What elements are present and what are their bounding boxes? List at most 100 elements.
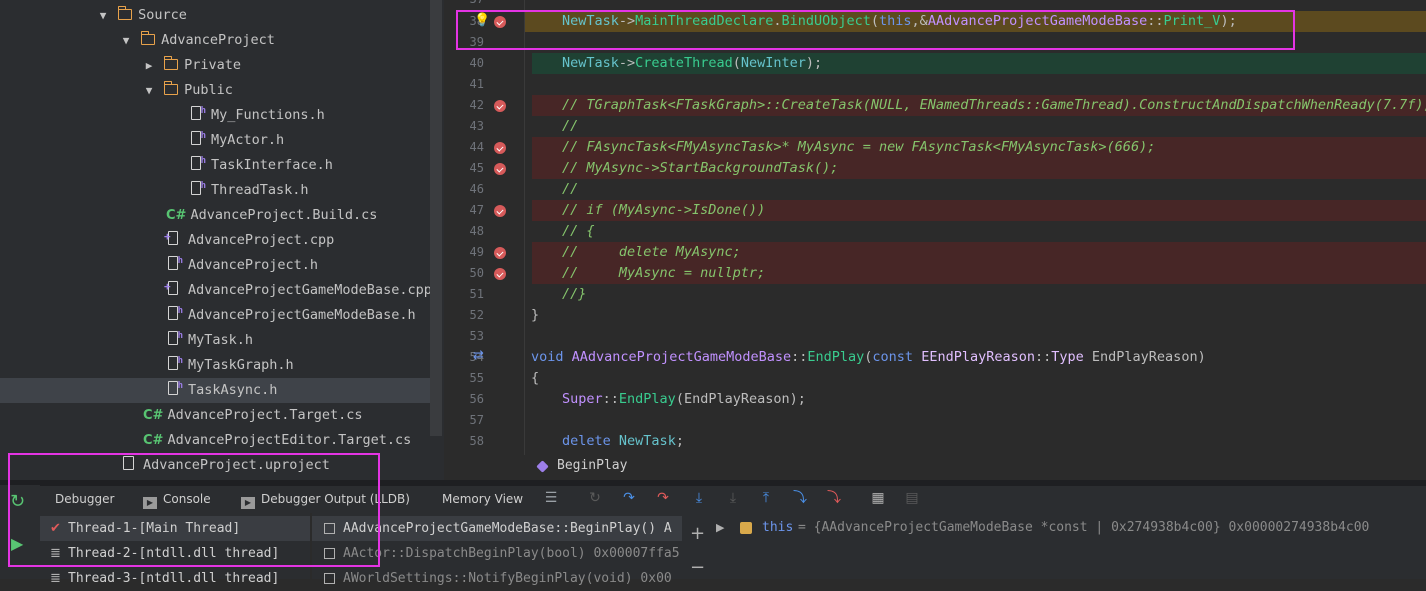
line-number: 40 — [469, 56, 484, 70]
calculator-icon[interactable]: ▦ — [869, 490, 887, 506]
folder-icon — [163, 56, 179, 70]
code-text: // MyAsync->StartBackgroundTask(); — [562, 160, 839, 176]
expand-arrow-icon[interactable]: ▼ — [142, 78, 156, 103]
code-text: delete NewTask; — [562, 433, 684, 449]
line-number: 52 — [469, 308, 484, 322]
line-number: 53 — [469, 329, 484, 343]
breakpoint-icon[interactable] — [494, 247, 506, 259]
code-text: } — [531, 307, 540, 323]
cpp-file-icon — [164, 224, 182, 249]
tree-item-file[interactable]: TaskInterface.h — [189, 149, 333, 178]
breakpoint-icon[interactable] — [494, 100, 506, 112]
line-number: 49 — [469, 245, 484, 259]
line-number: 51 — [469, 287, 484, 301]
remove-watch-icon[interactable]: − — [690, 557, 705, 578]
tree-item-file-selected[interactable]: TaskAsync.h — [0, 374, 430, 403]
project-tree: ▼ Source ▼ AdvanceProject ▶ Private ▼ Pu… — [0, 0, 444, 480]
tab-memory-view[interactable]: Memory View — [442, 486, 523, 513]
variable-value: = {AAdvanceProjectGameModeBase *const | … — [798, 520, 1370, 535]
force-run-to-cursor-icon[interactable]: ⤵ — [825, 490, 843, 506]
breakpoint-icon[interactable] — [494, 205, 506, 217]
tree-item-private[interactable]: ▶ Private — [142, 53, 241, 78]
header-file-icon — [166, 249, 183, 274]
step-out-icon[interactable]: ⤒ — [757, 490, 775, 506]
tree-item-file[interactable]: ThreadTask.h — [189, 174, 309, 203]
step-over-icon[interactable]: ↷ — [620, 490, 638, 506]
code-editor[interactable]: 37 38 💡 NewTask->MainThreadDeclare.BindU… — [444, 0, 1426, 455]
line-number: 47 — [469, 203, 484, 217]
header-file-icon — [189, 99, 206, 124]
code-text: NewTask->CreateThread(NewInter); — [562, 55, 823, 71]
variable-name[interactable]: this — [762, 520, 793, 535]
line-number: 46 — [469, 182, 484, 196]
tree-item-file[interactable]: C# AdvanceProject.Target.cs — [143, 403, 363, 428]
tree-item-file[interactable]: My_Functions.h — [189, 99, 325, 128]
breakpoint-icon[interactable] — [494, 163, 506, 175]
code-text: Super::EndPlay(EndPlayReason); — [562, 391, 806, 407]
code-text: //} — [562, 286, 587, 302]
highlight-box — [456, 10, 1295, 50]
header-file-icon — [166, 299, 183, 324]
menu-icon[interactable]: ☰ — [542, 490, 560, 506]
variable-icon — [740, 522, 752, 534]
breadcrumb-item[interactable]: BeginPlay — [557, 458, 627, 473]
code-text: // MyAsync = nullptr; — [562, 265, 766, 281]
folder-icon — [163, 81, 179, 95]
line-number: 48 — [469, 224, 484, 238]
header-file-icon — [166, 324, 183, 349]
header-file-icon — [189, 124, 206, 149]
step-into-disabled-icon[interactable]: ⤓ — [724, 490, 742, 506]
add-watch-icon[interactable]: + — [690, 523, 705, 544]
code-text: // — [562, 181, 579, 197]
method-icon — [536, 460, 549, 473]
step-over-force-icon[interactable]: ↷ — [654, 490, 672, 506]
step-into-icon[interactable]: ⤓ — [690, 490, 708, 506]
breakpoint-icon[interactable] — [494, 268, 506, 280]
header-file-icon — [189, 149, 206, 174]
expand-arrow-icon[interactable]: ▶ — [716, 521, 724, 534]
tree-item-advanceproject[interactable]: ▼ AdvanceProject — [119, 28, 275, 53]
tree-item-file[interactable]: AdvanceProjectGameModeBase.h — [166, 299, 416, 328]
collapse-arrow-icon[interactable]: ▶ — [142, 53, 156, 78]
header-file-icon — [189, 174, 206, 199]
cpp-file-icon — [164, 274, 182, 299]
line-number: 45 — [469, 161, 484, 175]
variables-panel: + − ▶ this = {AAdvanceProjectGameModeBas… — [682, 513, 1426, 579]
breakpoint-icon[interactable] — [494, 142, 506, 154]
tree-item-file[interactable]: C# AdvanceProject.Build.cs — [166, 203, 377, 228]
line-number: 43 — [469, 119, 484, 133]
breadcrumb: BeginPlay — [444, 455, 1426, 480]
code-text: { — [531, 370, 540, 386]
layout-icon[interactable]: ▤ — [903, 490, 921, 506]
line-number: 41 — [469, 77, 484, 91]
expand-arrow-icon[interactable]: ▼ — [119, 28, 133, 53]
code-text: // FAsyncTask<FMyAsyncTask>* MyAsync = n… — [562, 139, 1156, 155]
folder-icon — [117, 6, 133, 20]
line-number: 58 — [469, 434, 484, 448]
tree-scrollbar[interactable] — [430, 0, 442, 436]
run-to-cursor-icon[interactable]: ⤵ — [791, 490, 809, 506]
code-text: // if (MyAsync->IsDone()) — [562, 202, 766, 218]
line-number: 55 — [469, 371, 484, 385]
csharp-file-icon: C# — [143, 433, 164, 448]
line-number: 57 — [469, 413, 484, 427]
restart-icon[interactable]: ↻ — [586, 490, 604, 506]
tree-item-public[interactable]: ▼ Public — [142, 78, 233, 103]
line-number: 42 — [469, 98, 484, 112]
expand-arrow-icon[interactable]: ▼ — [96, 3, 110, 28]
tree-item-file[interactable]: AdvanceProject.h — [166, 249, 318, 278]
tree-item-file[interactable]: AdvanceProjectGameModeBase.cpp — [164, 274, 432, 303]
tree-item-source[interactable]: ▼ Source — [96, 3, 187, 28]
override-icon[interactable]: ⇄ — [473, 348, 484, 363]
line-number: 50 — [469, 266, 484, 280]
header-file-icon — [166, 374, 183, 399]
tree-item-file[interactable]: AdvanceProject.cpp — [164, 224, 334, 253]
tree-item-file[interactable]: C# AdvanceProjectEditor.Target.cs — [143, 428, 411, 453]
tree-item-file[interactable]: MyTaskGraph.h — [166, 349, 294, 378]
line-number: 56 — [469, 392, 484, 406]
code-text: // delete MyAsync; — [562, 244, 741, 260]
code-text: // TGraphTask<FTaskGraph>::CreateTask(NU… — [562, 97, 1426, 113]
gutter-divider — [524, 0, 525, 455]
folder-icon — [140, 31, 156, 45]
line-number: 44 — [469, 140, 484, 154]
